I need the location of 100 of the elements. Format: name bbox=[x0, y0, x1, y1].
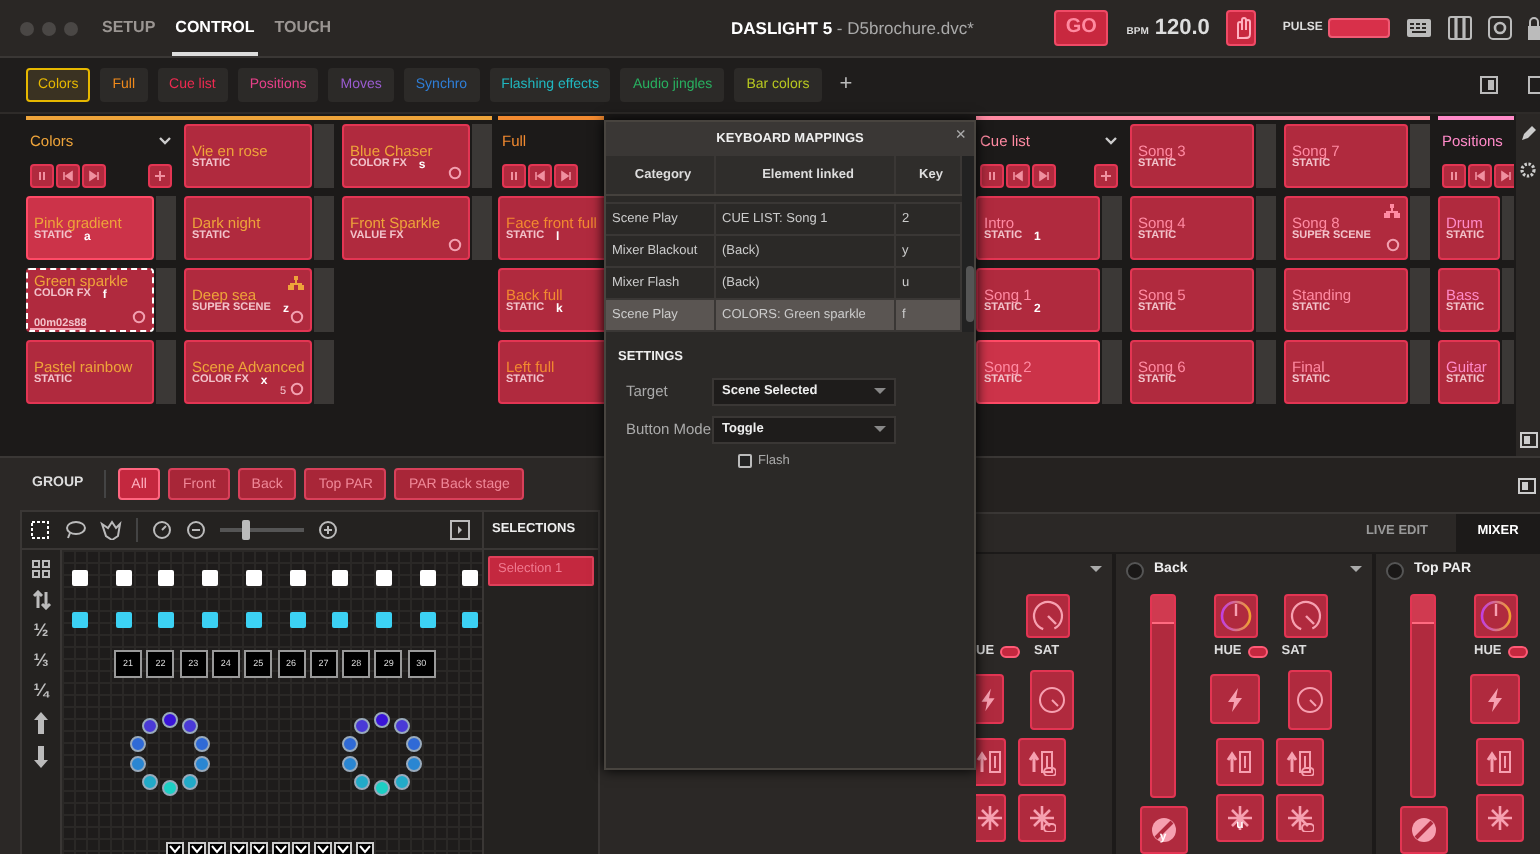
fader-up-button[interactable] bbox=[1216, 737, 1264, 786]
fixture-dot[interactable] bbox=[393, 773, 410, 790]
mode-tab[interactable]: CONTROL bbox=[171, 0, 259, 56]
lasso-icon[interactable] bbox=[64, 520, 86, 540]
arrow-down-icon[interactable] bbox=[34, 746, 48, 768]
next-button[interactable] bbox=[1494, 164, 1514, 189]
fixture-square[interactable] bbox=[115, 612, 132, 628]
fader-thumb[interactable] bbox=[1412, 596, 1434, 624]
fixture-dot[interactable] bbox=[354, 718, 370, 735]
rectangle-select-icon[interactable] bbox=[30, 520, 50, 540]
add-button[interactable] bbox=[148, 164, 172, 189]
chevron-down-icon[interactable] bbox=[158, 136, 172, 147]
link-toggle[interactable] bbox=[1507, 645, 1528, 658]
scrollbar-thumb[interactable] bbox=[966, 266, 974, 322]
fader-up-button[interactable] bbox=[1276, 737, 1324, 786]
zoom-in-icon[interactable] bbox=[318, 520, 338, 540]
strobe-button[interactable] bbox=[1018, 793, 1066, 842]
keyboard-icon[interactable] bbox=[1406, 18, 1432, 38]
tap-button[interactable] bbox=[1225, 10, 1257, 46]
knob-button[interactable] bbox=[1030, 669, 1074, 730]
fixture-dot[interactable] bbox=[374, 712, 390, 728]
fixture-dot[interactable] bbox=[194, 756, 211, 773]
piano-icon[interactable] bbox=[1448, 16, 1472, 40]
add-tab-button[interactable]: + bbox=[831, 74, 861, 96]
fixture-dot[interactable] bbox=[341, 756, 358, 773]
fixture-square[interactable] bbox=[289, 570, 305, 586]
strobe-button[interactable] bbox=[1276, 793, 1324, 842]
fixture-square[interactable] bbox=[419, 570, 436, 586]
fraction-button[interactable]: ½ bbox=[33, 622, 49, 640]
fixture-square[interactable] bbox=[462, 570, 479, 586]
fixture-square[interactable] bbox=[332, 612, 349, 628]
fixture-dot[interactable] bbox=[142, 718, 158, 735]
fixture-square[interactable] bbox=[158, 612, 175, 628]
strobe-button[interactable] bbox=[1476, 793, 1524, 842]
next-button[interactable] bbox=[1032, 164, 1056, 189]
previous-button[interactable] bbox=[1468, 164, 1492, 189]
fixture-dot[interactable] bbox=[129, 735, 146, 752]
fader-up-button[interactable] bbox=[976, 737, 1006, 786]
lock-icon[interactable] bbox=[1528, 16, 1540, 40]
channel-toggle[interactable] bbox=[1126, 561, 1144, 579]
next-button[interactable] bbox=[82, 164, 106, 189]
fixture-square[interactable] bbox=[375, 612, 392, 628]
caret-icon[interactable] bbox=[1350, 566, 1362, 574]
pause-button[interactable] bbox=[980, 164, 1004, 189]
grid-icon[interactable] bbox=[32, 560, 50, 578]
fixture-square[interactable] bbox=[332, 570, 349, 586]
settings-icon[interactable] bbox=[1488, 16, 1512, 40]
hue-knob[interactable] bbox=[1474, 594, 1518, 638]
previous-button[interactable] bbox=[528, 164, 552, 189]
blackout-button[interactable] bbox=[1399, 806, 1447, 854]
mode-tab[interactable]: SETUP bbox=[98, 0, 160, 56]
close-button[interactable]: × bbox=[955, 126, 966, 144]
fixture-square[interactable] bbox=[202, 570, 219, 586]
zoom-out-icon[interactable] bbox=[186, 520, 206, 540]
link-toggle[interactable] bbox=[1247, 645, 1268, 658]
fixture-dot[interactable] bbox=[142, 773, 158, 790]
link-toggle[interactable] bbox=[1000, 645, 1021, 658]
fader-track[interactable] bbox=[1150, 594, 1176, 798]
fraction-button[interactable]: ⅓ bbox=[33, 652, 49, 670]
panel-toggle-icon[interactable] bbox=[450, 520, 470, 540]
pause-button[interactable] bbox=[1442, 164, 1466, 189]
previous-button[interactable] bbox=[56, 164, 80, 189]
fixture-dot[interactable] bbox=[341, 735, 358, 752]
mode-tab[interactable]: TOUCH bbox=[270, 0, 336, 56]
chevron-down-icon[interactable] bbox=[1104, 136, 1118, 147]
fixture-dot[interactable] bbox=[162, 780, 178, 796]
fader-up-button[interactable] bbox=[1476, 737, 1524, 786]
fixture-square[interactable] bbox=[289, 612, 305, 628]
fixture-dot[interactable] bbox=[181, 773, 198, 790]
saturation-knob[interactable] bbox=[1026, 594, 1070, 638]
settings-icon[interactable] bbox=[1520, 162, 1536, 178]
flash-button[interactable] bbox=[976, 674, 1004, 725]
strobe-button[interactable] bbox=[976, 793, 1006, 842]
fixture-square[interactable] bbox=[375, 570, 392, 586]
fixture-square[interactable] bbox=[419, 612, 436, 628]
hue-knob[interactable] bbox=[1214, 594, 1258, 638]
fixture-dot[interactable] bbox=[162, 712, 178, 728]
fixture-dot[interactable] bbox=[393, 718, 410, 735]
fixture-dot[interactable] bbox=[354, 773, 370, 790]
caret-icon[interactable] bbox=[1090, 566, 1102, 574]
knob-button[interactable] bbox=[1288, 669, 1332, 730]
pause-button[interactable] bbox=[30, 164, 54, 189]
checkbox[interactable] bbox=[738, 454, 752, 469]
fader-thumb[interactable] bbox=[1152, 596, 1174, 624]
arrow-up-icon[interactable] bbox=[34, 712, 48, 734]
layout-icon[interactable] bbox=[1518, 477, 1536, 493]
swap-arrows-icon[interactable] bbox=[31, 590, 51, 610]
fixture-square[interactable] bbox=[158, 570, 175, 586]
flash-button[interactable] bbox=[1470, 674, 1520, 725]
fixture-dot[interactable] bbox=[374, 780, 390, 796]
fixture-dot[interactable] bbox=[406, 735, 423, 752]
fixture-square[interactable] bbox=[115, 570, 132, 586]
next-button[interactable] bbox=[554, 164, 578, 189]
flash-button[interactable] bbox=[1210, 674, 1260, 725]
add-button[interactable] bbox=[1094, 164, 1118, 189]
saturation-knob[interactable] bbox=[1284, 594, 1328, 638]
fixture-square[interactable] bbox=[245, 570, 262, 586]
fader-track[interactable] bbox=[1410, 594, 1436, 798]
fixture-dot[interactable] bbox=[129, 756, 146, 773]
fraction-button[interactable]: ¼ bbox=[33, 682, 49, 700]
